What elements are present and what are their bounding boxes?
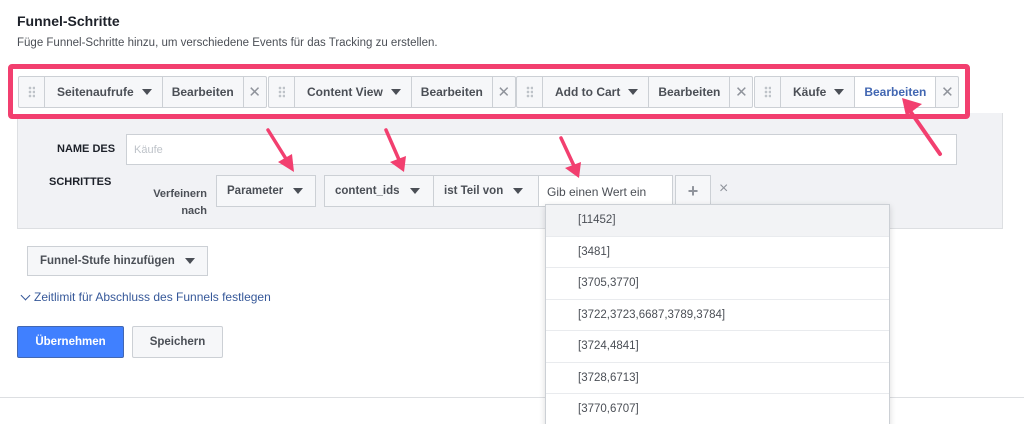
section-subtitle: Füge Funnel-Schritte hinzu, um verschied… <box>17 37 438 49</box>
funnel-step: Add to Cart Bearbeiten ✕ <box>516 76 754 108</box>
time-limit-toggle[interactable]: Zeitlimit für Abschluss des Funnels fest… <box>20 290 271 304</box>
parameter-select-label: Parameter <box>227 185 284 197</box>
step-name-label: Käufe <box>793 85 827 99</box>
close-icon[interactable]: ✕ <box>244 77 266 107</box>
field-select-label: content_ids <box>335 185 400 197</box>
dropdown-option[interactable]: [3770,6707] <box>546 394 889 424</box>
time-limit-label: Zeitlimit für Abschluss des Funnels fest… <box>34 290 271 304</box>
step-select[interactable]: Content View <box>295 77 412 107</box>
caret-down-icon <box>834 89 845 95</box>
dropdown-option[interactable]: [3728,6713] <box>546 363 889 394</box>
drag-handle-icon[interactable] <box>269 77 295 107</box>
step-name-label: Add to Cart <box>555 85 621 99</box>
parameter-select[interactable]: Parameter <box>216 175 316 207</box>
step-name-label: Seitenaufrufe <box>57 85 134 99</box>
caret-down-icon <box>390 89 401 95</box>
annotation-arrow-icon <box>266 128 294 172</box>
step-edit-button[interactable]: Bearbeiten <box>649 77 731 107</box>
remove-filter-icon[interactable]: × <box>719 180 728 198</box>
funnel-steps-bar: Seitenaufrufe Bearbeiten ✕ Content View … <box>8 64 970 119</box>
apply-button[interactable]: Übernehmen <box>17 326 124 358</box>
close-icon[interactable]: ✕ <box>730 77 752 107</box>
caret-down-icon <box>409 188 420 194</box>
add-value-button[interactable]: + <box>675 175 711 207</box>
step-name-label: Content View <box>307 85 383 99</box>
annotation-arrow-icon <box>384 128 406 172</box>
step-name-label-line2: SCHRITTES <box>49 176 112 188</box>
caret-down-icon <box>141 89 152 95</box>
step-select[interactable]: Seitenaufrufe <box>45 77 163 107</box>
dropdown-option[interactable]: [11452] <box>546 205 889 237</box>
chevron-down-icon <box>20 290 31 300</box>
dropdown-option[interactable]: [3722,3723,6687,3789,3784] <box>546 300 889 331</box>
add-funnel-stage-label: Funnel-Stufe hinzufügen <box>40 255 175 267</box>
operator-select-label: ist Teil von <box>444 185 504 197</box>
annotation-arrow-icon <box>902 98 942 156</box>
field-select[interactable]: content_ids <box>324 175 434 207</box>
step-edit-button[interactable]: Bearbeiten <box>163 77 244 107</box>
save-button[interactable]: Speichern <box>132 326 223 358</box>
dropdown-option[interactable]: [3481] <box>546 237 889 268</box>
section-title: Funnel-Schritte <box>17 13 120 29</box>
add-funnel-stage-button[interactable]: Funnel-Stufe hinzufügen <box>27 246 208 276</box>
step-select[interactable]: Käufe <box>781 77 856 107</box>
step-name-input[interactable]: Käufe <box>126 134 957 165</box>
step-select[interactable]: Add to Cart <box>543 77 650 107</box>
dropdown-option[interactable]: [3724,4841] <box>546 331 889 363</box>
annotation-arrow-icon <box>559 136 581 178</box>
caret-down-icon <box>513 188 524 194</box>
step-edit-button[interactable]: Bearbeiten <box>412 77 493 107</box>
funnel-step: Content View Bearbeiten ✕ <box>268 76 516 108</box>
funnel-step: Seitenaufrufe Bearbeiten ✕ <box>18 76 267 108</box>
drag-handle-icon[interactable] <box>19 77 45 107</box>
step-name-label-line1: NAME DES <box>57 143 116 155</box>
operator-select[interactable]: ist Teil von <box>433 175 539 207</box>
dropdown-option[interactable]: [3705,3770] <box>546 268 889 300</box>
plus-icon: + <box>687 180 699 201</box>
refine-label: Verfeinern nach <box>153 188 207 217</box>
caret-down-icon <box>293 188 304 194</box>
caret-down-icon <box>184 258 195 264</box>
close-icon[interactable]: ✕ <box>493 77 515 107</box>
drag-handle-icon[interactable] <box>755 77 781 107</box>
drag-handle-icon[interactable] <box>517 77 543 107</box>
caret-down-icon <box>628 89 639 95</box>
value-dropdown: [11452] [3481] [3705,3770] [3722,3723,66… <box>545 204 890 424</box>
